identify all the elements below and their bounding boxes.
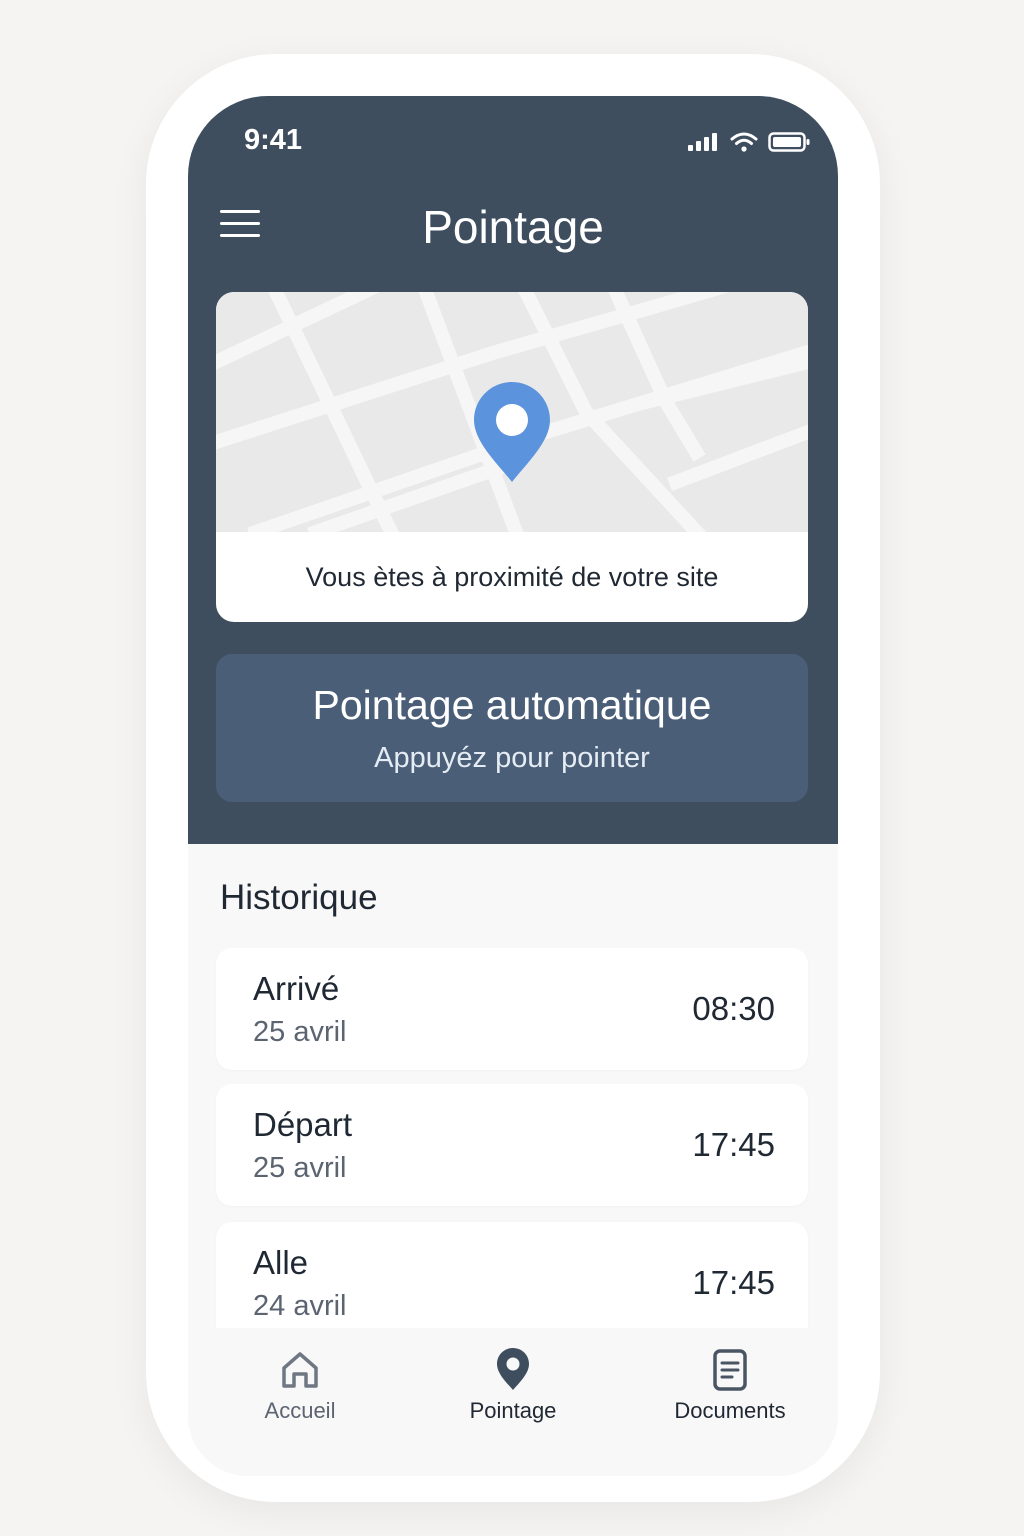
tab-label: Accueil — [264, 1398, 336, 1423]
history-date: 24 avril — [253, 1290, 347, 1322]
history-label: Arrivé — [253, 970, 340, 1007]
history-row[interactable]: Départ 25 avril 17:45 — [216, 1084, 808, 1206]
tab-bar: Accueil Pointage Documents — [188, 1328, 838, 1476]
map-pin-icon — [497, 1348, 529, 1390]
tab-pointage[interactable]: Pointage — [413, 1328, 613, 1448]
tab-label: Documents — [674, 1398, 786, 1423]
page-title: Pointage — [422, 201, 604, 253]
auto-clock-title: Pointage automatique — [312, 682, 712, 728]
status-icons — [688, 132, 810, 152]
history-time: 17:45 — [692, 1264, 775, 1301]
auto-clock-subtitle: Appuyéz pour pointer — [374, 742, 650, 774]
history-time: 17:45 — [692, 1126, 775, 1163]
map-view[interactable] — [216, 292, 808, 552]
tab-label: Pointage — [469, 1398, 557, 1423]
battery-icon — [768, 132, 810, 152]
signal-icon — [688, 133, 717, 151]
history-date: 25 avril — [253, 1152, 347, 1184]
tab-documents[interactable]: Documents — [630, 1328, 830, 1448]
home-icon — [282, 1352, 318, 1388]
history-title: Historique — [220, 878, 378, 917]
history-row[interactable]: Arrivé 25 avril 08:30 — [216, 948, 808, 1070]
map-card[interactable]: Vous ètes à proximité de votre site — [216, 292, 808, 622]
history-row[interactable]: Alle 24 avril 17:45 — [216, 1222, 808, 1344]
history-label: Alle — [253, 1244, 309, 1281]
history-label: Départ — [253, 1106, 353, 1143]
history-time: 08:30 — [692, 990, 775, 1027]
proximity-caption: Vous ètes à proximité de votre site — [305, 562, 719, 592]
map-pin-icon — [474, 382, 550, 482]
document-icon — [713, 1349, 747, 1391]
history-date: 25 avril — [253, 1016, 347, 1048]
phone-frame: 9:41 Pointage Vous ètes à proximité de v… — [146, 54, 880, 1502]
wifi-icon — [730, 132, 758, 152]
app-screen: 9:41 Pointage Vous ètes à proximité de v… — [188, 96, 838, 1476]
auto-clock-button[interactable]: Pointage automatique Appuyéz pour pointe… — [216, 654, 808, 802]
tab-accueil[interactable]: Accueil — [200, 1328, 400, 1448]
status-time: 9:41 — [244, 124, 303, 156]
